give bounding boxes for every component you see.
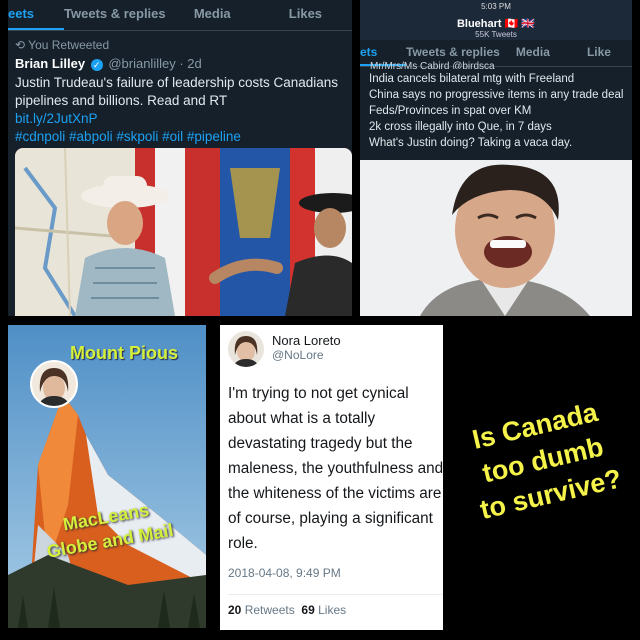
tweet-count: 55K Tweets: [475, 30, 517, 39]
tweet-text: Justin Trudeau's failure of leadership c…: [15, 75, 339, 108]
tweet-time: · 2d: [179, 56, 202, 71]
tweet-line: India cancels bilateral mtg with Freelan…: [369, 73, 575, 85]
like-label: Likes: [318, 603, 347, 617]
tweet-link[interactable]: bit.ly/2JutXnP: [15, 110, 345, 128]
user-name[interactable]: Nora Loreto: [272, 333, 341, 348]
tweet-line: 2k cross illegally into Que, in 7 days: [369, 121, 552, 133]
avatar: [30, 360, 78, 408]
tweet-line: Feds/Provinces in spat over KM: [369, 105, 532, 117]
laughing-man-photo: [360, 160, 632, 316]
tweet-line: What's Justin doing? Taking a vaca day.: [369, 137, 573, 149]
profile-panel: 5:03 PM Bluehart 🇨🇦 🇬🇧 55K Tweets ets Tw…: [360, 0, 632, 316]
cut-off-header: Mr/Mrs/Ms Cabird @birdsca: [370, 61, 495, 69]
verified-badge-icon: ✓: [90, 58, 103, 71]
tweet-hashtags[interactable]: #cdnpoli #abpoli #skpoli #oil #pipeline: [15, 128, 345, 146]
profile-tabs: eets Tweets & replies Media Likes: [8, 0, 352, 31]
like-count[interactable]: 69: [301, 603, 314, 617]
tab-tweets[interactable]: eets: [8, 0, 64, 30]
profile-name: Bluehart 🇨🇦 🇬🇧: [456, 18, 536, 30]
profile-header: 5:03 PM Bluehart 🇨🇦 🇬🇧 55K Tweets: [360, 0, 632, 40]
tweet-photo[interactable]: [360, 160, 632, 316]
tab-media[interactable]: Media: [166, 0, 259, 30]
retweet-label-text: You Retweeted: [28, 38, 110, 52]
retweet-count[interactable]: 20: [228, 603, 241, 617]
retweet-panel: eets Tweets & replies Media Likes ⟲ You …: [8, 0, 352, 316]
tweet-lines: India cancels bilateral mtg with Freelan…: [369, 71, 624, 151]
author-handle[interactable]: @brianlilley: [108, 56, 175, 71]
author-name[interactable]: Brian Lilley: [15, 56, 85, 71]
tweet-timestamp: 2018-04-08, 9:49 PM: [228, 566, 341, 580]
tweet-stats: 20 Retweets 69 Likes: [228, 594, 443, 617]
user-block: Nora Loreto @NoLore: [272, 333, 341, 362]
retweet-icon: ⟲: [15, 38, 29, 52]
user-handle[interactable]: @NoLore: [272, 348, 341, 362]
meme-title: Mount Pious: [70, 343, 178, 363]
tab-tweets-and-replies[interactable]: Tweets & replies: [64, 0, 166, 30]
tweet-card: Nora Loreto @NoLore I'm trying to not ge…: [220, 325, 443, 630]
tweet-content: I'm trying to not get cynical about what…: [220, 381, 443, 617]
avatar[interactable]: [228, 331, 264, 367]
tweet-body: I'm trying to not get cynical about what…: [228, 385, 443, 552]
tweet-photo[interactable]: [15, 148, 352, 316]
tweet-author-line: Brian Lilley ✓ @brianlilley · 2d: [15, 56, 345, 71]
avatar-face: [233, 336, 259, 367]
tweet-line: China says no progressive items in any t…: [369, 89, 624, 101]
photo-illustration: [15, 148, 352, 316]
cut-header-row: Mr/Mrs/Ms Cabird @birdsca: [360, 56, 632, 69]
mountain-meme-panel: Mount Pious MacLeans Globe and Mail: [8, 325, 206, 628]
retweet-label: Retweets: [244, 603, 295, 617]
status-clock: 5:03 PM: [481, 2, 511, 11]
retweet-label: ⟲ You Retweeted: [15, 38, 352, 52]
tab-likes[interactable]: Likes: [259, 0, 352, 30]
avatar-face: [38, 368, 70, 406]
meme-question: Is Canada too dumb to survive?: [443, 389, 640, 532]
